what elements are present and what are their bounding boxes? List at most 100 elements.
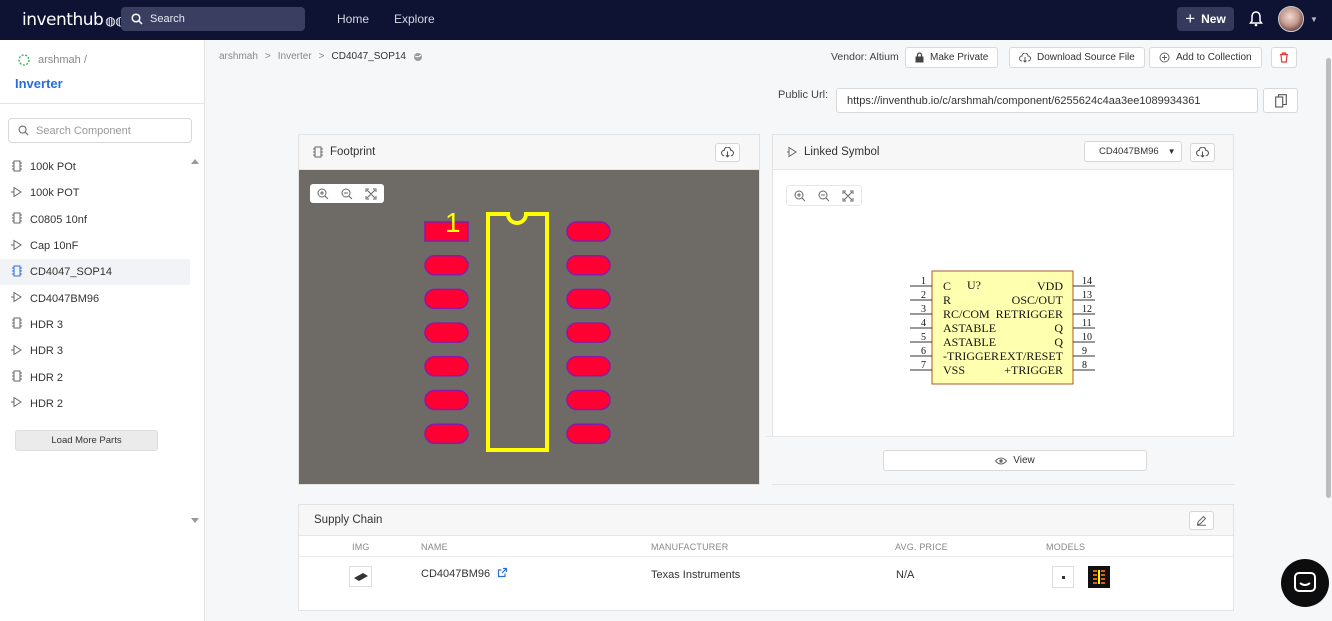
sidebar-divider [0, 103, 204, 104]
col-img: IMG [352, 542, 370, 552]
part-list-scrollbar[interactable] [188, 154, 202, 530]
col-models: MODELS [1046, 542, 1086, 552]
external-link-icon[interactable] [497, 567, 508, 578]
load-more-button[interactable]: Load More Parts [15, 430, 158, 451]
footprint-panel-header: Footprint [299, 135, 759, 170]
col-avg-price: AVG. PRICE [895, 542, 948, 552]
footprint-canvas[interactable]: 1 [299, 170, 759, 484]
edit-supply-chain-button[interactable] [1189, 511, 1214, 530]
global-search-button[interactable]: Search [121, 7, 305, 31]
chat-widget-button[interactable] [1281, 559, 1329, 607]
linked-symbol-panel: Linked Symbol CD4047BM96 ▼ 1 C 2 R 3 RC/COM 4 A… [766, 134, 1235, 485]
sidebar-part-item[interactable]: 100k POT [0, 180, 190, 206]
owner-name[interactable]: arshmah / [38, 54, 87, 66]
pad-right-1 [566, 221, 611, 242]
chat-icon [1294, 572, 1316, 592]
part-thumbnail[interactable] [349, 566, 372, 587]
pin-name: Q [1054, 321, 1063, 335]
download-source-label: Download Source File [1037, 52, 1135, 63]
pin-number: 3 [921, 304, 926, 315]
download-source-button[interactable]: Download Source File [1009, 47, 1145, 68]
add-to-collection-label: Add to Collection [1176, 52, 1252, 63]
pin-number: 4 [921, 318, 926, 329]
breadcrumb-separator: > [318, 51, 325, 62]
cloud-download-icon [1019, 52, 1031, 63]
footprint-panel: Footprint 1 [298, 134, 760, 485]
sidebar-part-item[interactable]: CD4047_SOP14 [0, 259, 190, 286]
pin-number: 2 [921, 290, 926, 301]
bell-icon[interactable] [1249, 11, 1263, 27]
footprint-zoom-controls [310, 184, 384, 203]
page-scrollbar[interactable] [1326, 40, 1332, 500]
breadcrumb: arshmah > Inverter > CD4047_SOP14 [219, 51, 423, 62]
footprint-model-thumbnail[interactable] [1088, 566, 1110, 588]
zoom-in-icon[interactable] [312, 185, 334, 202]
sidebar-part-label: 100k POt [30, 161, 76, 174]
pad-right-2 [566, 254, 611, 276]
make-private-label: Make Private [930, 52, 989, 63]
sidebar-part-item[interactable]: HDR 2 [0, 391, 190, 417]
cloud-download-icon [721, 147, 734, 158]
delete-button[interactable] [1271, 47, 1297, 68]
col-manufacturer: MANUFACTURER [651, 542, 729, 552]
user-menu[interactable]: ▼ [1278, 6, 1318, 32]
sidebar-part-item[interactable]: HDR 3 [0, 312, 190, 338]
designator-text: U? [967, 278, 981, 292]
sidebar-part-item[interactable]: C0805 10nf [0, 207, 190, 233]
add-to-collection-button[interactable]: Add to Collection [1149, 47, 1262, 68]
view-button[interactable]: View [883, 450, 1147, 471]
sidebar-part-label: CD4047BM96 [30, 292, 100, 305]
pin-number: 6 [921, 346, 926, 357]
nav-home-link[interactable]: Home [337, 12, 369, 26]
logo[interactable]: inventhub ◍◍ [22, 10, 126, 30]
new-button[interactable]: + New [1177, 7, 1234, 31]
pad-left-5 [424, 356, 469, 377]
pin-number: 10 [1082, 332, 1092, 343]
component-search-input[interactable]: Search Component [8, 118, 192, 143]
page-scrollbar-thumb[interactable] [1326, 58, 1331, 498]
sidebar-part-item[interactable]: HDR 2 [0, 364, 190, 390]
view-label: View [1013, 455, 1035, 466]
public-url-field[interactable]: https://inventhub.io/c/arshmah/component… [836, 88, 1258, 113]
logo-text: inventhub [22, 10, 104, 30]
supply-chain-panel: Supply Chain IMG NAME MANUFACTURER AVG. … [298, 504, 1234, 611]
symbol-canvas[interactable]: 1 C 2 R 3 RC/COM 4 ASTABLE 5 ASTABLE 6 -TRIGGER 7 VSS… [773, 135, 1235, 435]
copy-url-button[interactable] [1263, 88, 1298, 113]
ic-package-icon [353, 572, 368, 581]
sidebar-part-label: Cap 10nF [30, 240, 79, 253]
make-private-button[interactable]: Make Private [905, 47, 999, 68]
pin-name: ASTABLE [943, 335, 996, 349]
footprint-icon [11, 317, 23, 332]
footprint-icon [11, 265, 23, 280]
footprint-thumb-icon [1093, 570, 1105, 584]
chip-icon [313, 146, 323, 158]
part-name-link[interactable]: CD4047BM96 [421, 568, 490, 580]
project-name[interactable]: Inverter [15, 76, 63, 91]
zoom-out-icon[interactable] [336, 185, 358, 202]
sidebar-part-label: C0805 10nf [30, 213, 87, 226]
pin-name: VSS [943, 363, 965, 377]
trash-icon [1280, 52, 1288, 63]
breadcrumb-owner[interactable]: arshmah [219, 51, 258, 62]
sidebar-part-label: 100k POT [30, 187, 80, 200]
footprint-download-button[interactable] [715, 143, 740, 162]
pad-right-7 [566, 423, 611, 444]
sidebar-part-item[interactable]: HDR 3 [0, 338, 190, 364]
pin-name: Q [1054, 335, 1063, 349]
sidebar-part-item[interactable]: Cap 10nF [0, 233, 190, 259]
nav-explore-link[interactable]: Explore [394, 12, 435, 26]
breadcrumb-project[interactable]: Inverter [278, 51, 312, 62]
sidebar-part-item[interactable]: 100k POt [0, 154, 190, 180]
pin-name: RETRIGGER [996, 307, 1063, 321]
sidebar-part-item[interactable]: CD4047BM96 [0, 285, 190, 311]
fit-screen-icon[interactable] [360, 185, 382, 202]
3d-model-thumbnail[interactable] [1052, 566, 1074, 588]
pin-name: EXT/RESET [1000, 349, 1064, 363]
pin-number: 5 [921, 332, 926, 343]
sidebar-part-label: HDR 2 [30, 371, 64, 384]
pin-name: C [943, 279, 951, 293]
symbol-icon [11, 396, 23, 411]
pad-right-3 [566, 288, 611, 310]
sidebar-part-label: CD4047_SOP14 [30, 266, 112, 279]
breadcrumb-current: CD4047_SOP14 [331, 51, 407, 62]
